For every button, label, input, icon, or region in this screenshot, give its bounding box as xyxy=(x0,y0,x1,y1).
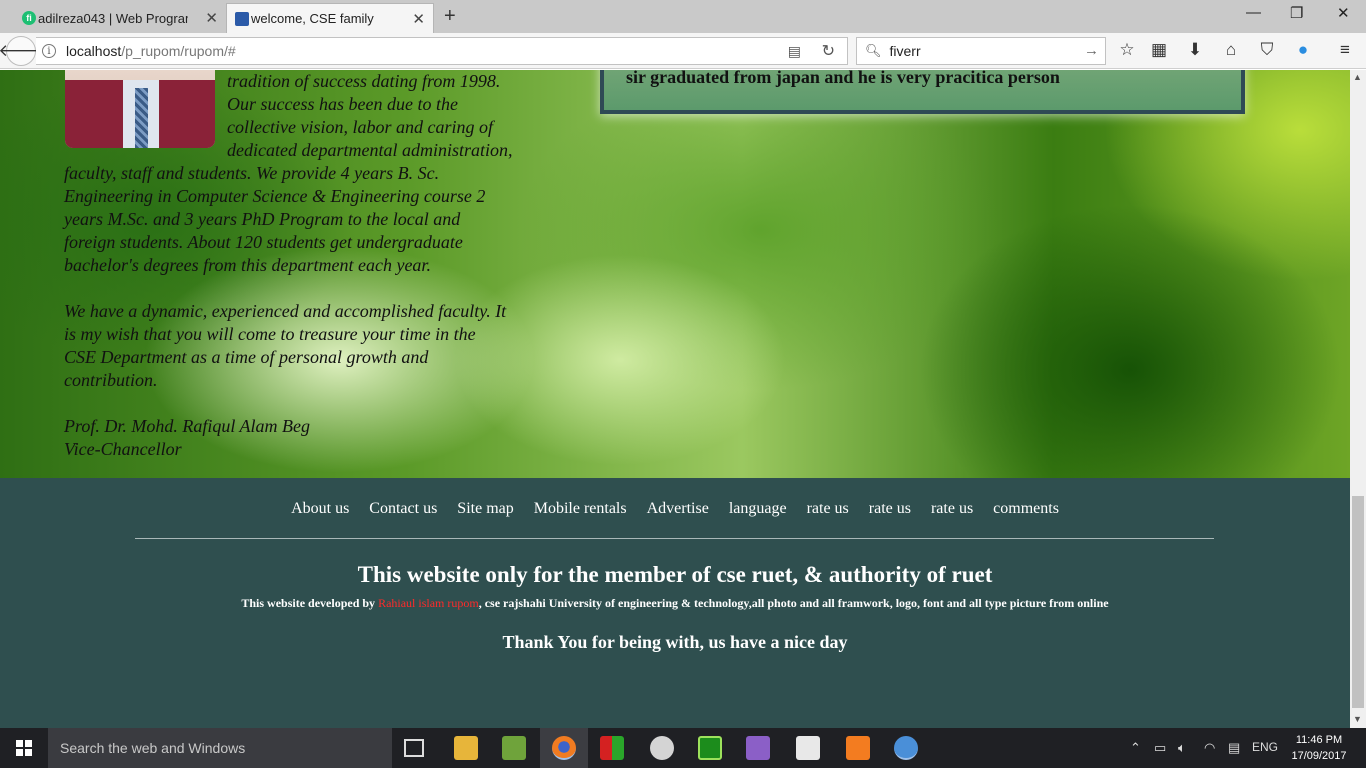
search-go-icon[interactable]: → xyxy=(1084,42,1099,59)
windows-taskbar: Search the web and Windows ⌃ ▭ 🔈︎ ◠ ▤ EN… xyxy=(0,728,1366,768)
footer-heading: This website only for the member of cse … xyxy=(357,562,993,587)
search-query: fiverr xyxy=(889,43,921,59)
notifications-icon[interactable]: ▤ xyxy=(1228,740,1240,756)
bookmark-star-icon[interactable]: ☆ xyxy=(1116,40,1138,60)
reader-view-icon[interactable]: ▤ xyxy=(788,43,801,60)
menu-icon[interactable]: ≡ xyxy=(1334,40,1356,60)
footer-link-rate-us[interactable]: rate us xyxy=(807,500,849,517)
tab-label: welcome, CSE family xyxy=(251,11,374,26)
footer-thanks: Thank You for being with, us have a nice… xyxy=(502,632,848,652)
notepad-app-icon[interactable] xyxy=(502,736,526,760)
developer-name: Rahiaul islam rupom xyxy=(378,596,479,610)
info-icon[interactable]: i xyxy=(42,44,56,58)
url-path: /p_rupom/rupom/# xyxy=(121,43,236,59)
close-tab-icon[interactable]: ✕ xyxy=(205,9,218,27)
footer-link-mobile-rentals[interactable]: Mobile rentals xyxy=(534,500,627,517)
message-line: foreign students. About 120 students get… xyxy=(64,232,463,252)
reload-icon[interactable]: ↻ xyxy=(822,41,835,61)
clock[interactable]: 11:46 PM 17/09/2017 xyxy=(1284,732,1354,764)
close-window-icon[interactable]: ✕ xyxy=(1337,4,1350,22)
footer-link-site-map[interactable]: Site map xyxy=(457,500,513,517)
vice-chancellor-message: tradition of success dating from 1998. O… xyxy=(64,70,534,461)
notes-app-icon[interactable] xyxy=(796,736,820,760)
dev-prefix: This website developed by xyxy=(241,596,379,610)
task-view-icon[interactable] xyxy=(404,739,424,757)
footer-divider xyxy=(135,538,1214,539)
minimize-icon[interactable]: — xyxy=(1246,4,1261,21)
tab-welcome-cse[interactable]: welcome, CSE family ✕ xyxy=(226,3,434,33)
visual-studio-icon[interactable] xyxy=(746,736,770,760)
new-tab-button[interactable]: + xyxy=(444,5,456,28)
taskbar-search-input[interactable]: Search the web and Windows xyxy=(48,728,392,768)
navigation-toolbar: 🡐 i localhost/p_rupom/rupom/# ▤ ↻ 🔍︎ fiv… xyxy=(0,33,1366,69)
file-explorer-icon[interactable] xyxy=(454,736,478,760)
signature-title: Vice-Chancellor xyxy=(64,439,182,459)
firefox-icon[interactable] xyxy=(552,736,576,760)
signature-name: Prof. Dr. Mohd. Rafiqul Alam Beg xyxy=(64,416,310,436)
footer-link-contact-us[interactable]: Contact us xyxy=(369,500,437,517)
tray-expand-icon[interactable]: ⌃ xyxy=(1130,740,1141,756)
scroll-down-icon[interactable]: ▼ xyxy=(1353,714,1362,724)
footer-link-rate-us[interactable]: rate us xyxy=(931,500,973,517)
hero-section: tradition of success dating from 1998. O… xyxy=(0,70,1350,478)
message-line: years M.Sc. and 3 years PhD Program to t… xyxy=(64,209,461,229)
scroll-up-icon[interactable]: ▲ xyxy=(1353,72,1362,82)
windows-logo-icon xyxy=(16,740,32,756)
message-line: bachelor's degrees from this department … xyxy=(64,255,431,275)
back-button[interactable]: 🡐 xyxy=(0,36,44,66)
scrollbar-thumb[interactable] xyxy=(1352,496,1364,708)
tab-fiverr[interactable]: fi adilreza043 | Web Programm ✕ xyxy=(14,3,226,33)
message-line: is my wish that you will come to treasur… xyxy=(64,324,476,344)
office-app-icon[interactable] xyxy=(600,736,624,760)
close-tab-icon[interactable]: ✕ xyxy=(412,10,425,28)
page-viewport: tradition of success dating from 1998. O… xyxy=(0,70,1350,728)
dev-suffix: , cse rajshahi University of engineering… xyxy=(478,596,1109,610)
cse-favicon-icon xyxy=(235,12,249,26)
reading-list-icon[interactable]: ▦ xyxy=(1148,40,1170,60)
message-line: tradition of success dating from 1998. xyxy=(227,71,501,91)
language-indicator[interactable]: ENG xyxy=(1252,740,1278,754)
message-line: We have a dynamic, experienced and accom… xyxy=(64,301,507,321)
url-host: localhost xyxy=(66,43,122,59)
message-line: Our success has been due to the xyxy=(227,94,458,114)
message-line: contribution. xyxy=(64,370,158,390)
footer-nav: About us Contact us Site map Mobile rent… xyxy=(0,500,1350,518)
message-line: dedicated departmental administration, xyxy=(227,140,513,160)
fiverr-favicon-icon: fi xyxy=(22,11,36,25)
start-button[interactable] xyxy=(0,728,48,768)
battery-icon[interactable]: ▭ xyxy=(1154,740,1166,756)
xampp-icon[interactable] xyxy=(846,736,870,760)
footer: About us Contact us Site map Mobile rent… xyxy=(0,478,1350,728)
browser-app-icon[interactable] xyxy=(894,736,918,760)
tab-label: adilreza043 | Web Programm xyxy=(38,10,188,26)
footer-link-about-us[interactable]: About us xyxy=(291,500,349,517)
downloads-icon[interactable]: ⬇ xyxy=(1184,40,1206,60)
message-line: Engineering in Computer Science & Engine… xyxy=(64,186,486,206)
footer-developer-credit: This website developed by Rahiaul islam … xyxy=(0,596,1350,611)
footer-link-language[interactable]: language xyxy=(729,500,787,517)
cpu-monitor-icon[interactable] xyxy=(698,736,722,760)
pocket-icon[interactable]: ⛉ xyxy=(1256,40,1278,60)
clock-time: 11:46 PM xyxy=(1295,734,1343,746)
message-line: collective vision, labor and caring of xyxy=(227,117,493,137)
volume-icon[interactable]: 🔈︎ xyxy=(1178,740,1186,756)
maximize-icon[interactable]: ❐ xyxy=(1290,4,1303,22)
wifi-icon[interactable]: ◠ xyxy=(1204,740,1215,756)
note-box: sir graduated from japan and he is very … xyxy=(600,70,1245,114)
address-bar[interactable]: i localhost/p_rupom/rupom/# ▤ ↻ xyxy=(36,37,848,65)
note-text: sir graduated from japan and he is very … xyxy=(626,70,1060,87)
paint-app-icon[interactable] xyxy=(650,736,674,760)
browser-tab-strip: fi adilreza043 | Web Programm ✕ welcome,… xyxy=(0,0,1366,33)
footer-link-comments[interactable]: comments xyxy=(993,500,1059,517)
clock-date: 17/09/2017 xyxy=(1291,750,1347,762)
message-line: faculty, staff and students. We provide … xyxy=(64,163,440,183)
message-line: CSE Department as a time of personal gro… xyxy=(64,347,429,367)
footer-link-advertise[interactable]: Advertise xyxy=(647,500,709,517)
page-scrollbar[interactable]: ▲ ▼ xyxy=(1350,70,1366,728)
search-input[interactable]: 🔍︎ fiverr → xyxy=(856,37,1106,65)
extension-icon[interactable]: ● xyxy=(1292,40,1314,60)
footer-link-rate-us[interactable]: rate us xyxy=(869,500,911,517)
home-icon[interactable]: ⌂ xyxy=(1220,40,1242,60)
search-icon: 🔍︎ xyxy=(865,43,882,58)
